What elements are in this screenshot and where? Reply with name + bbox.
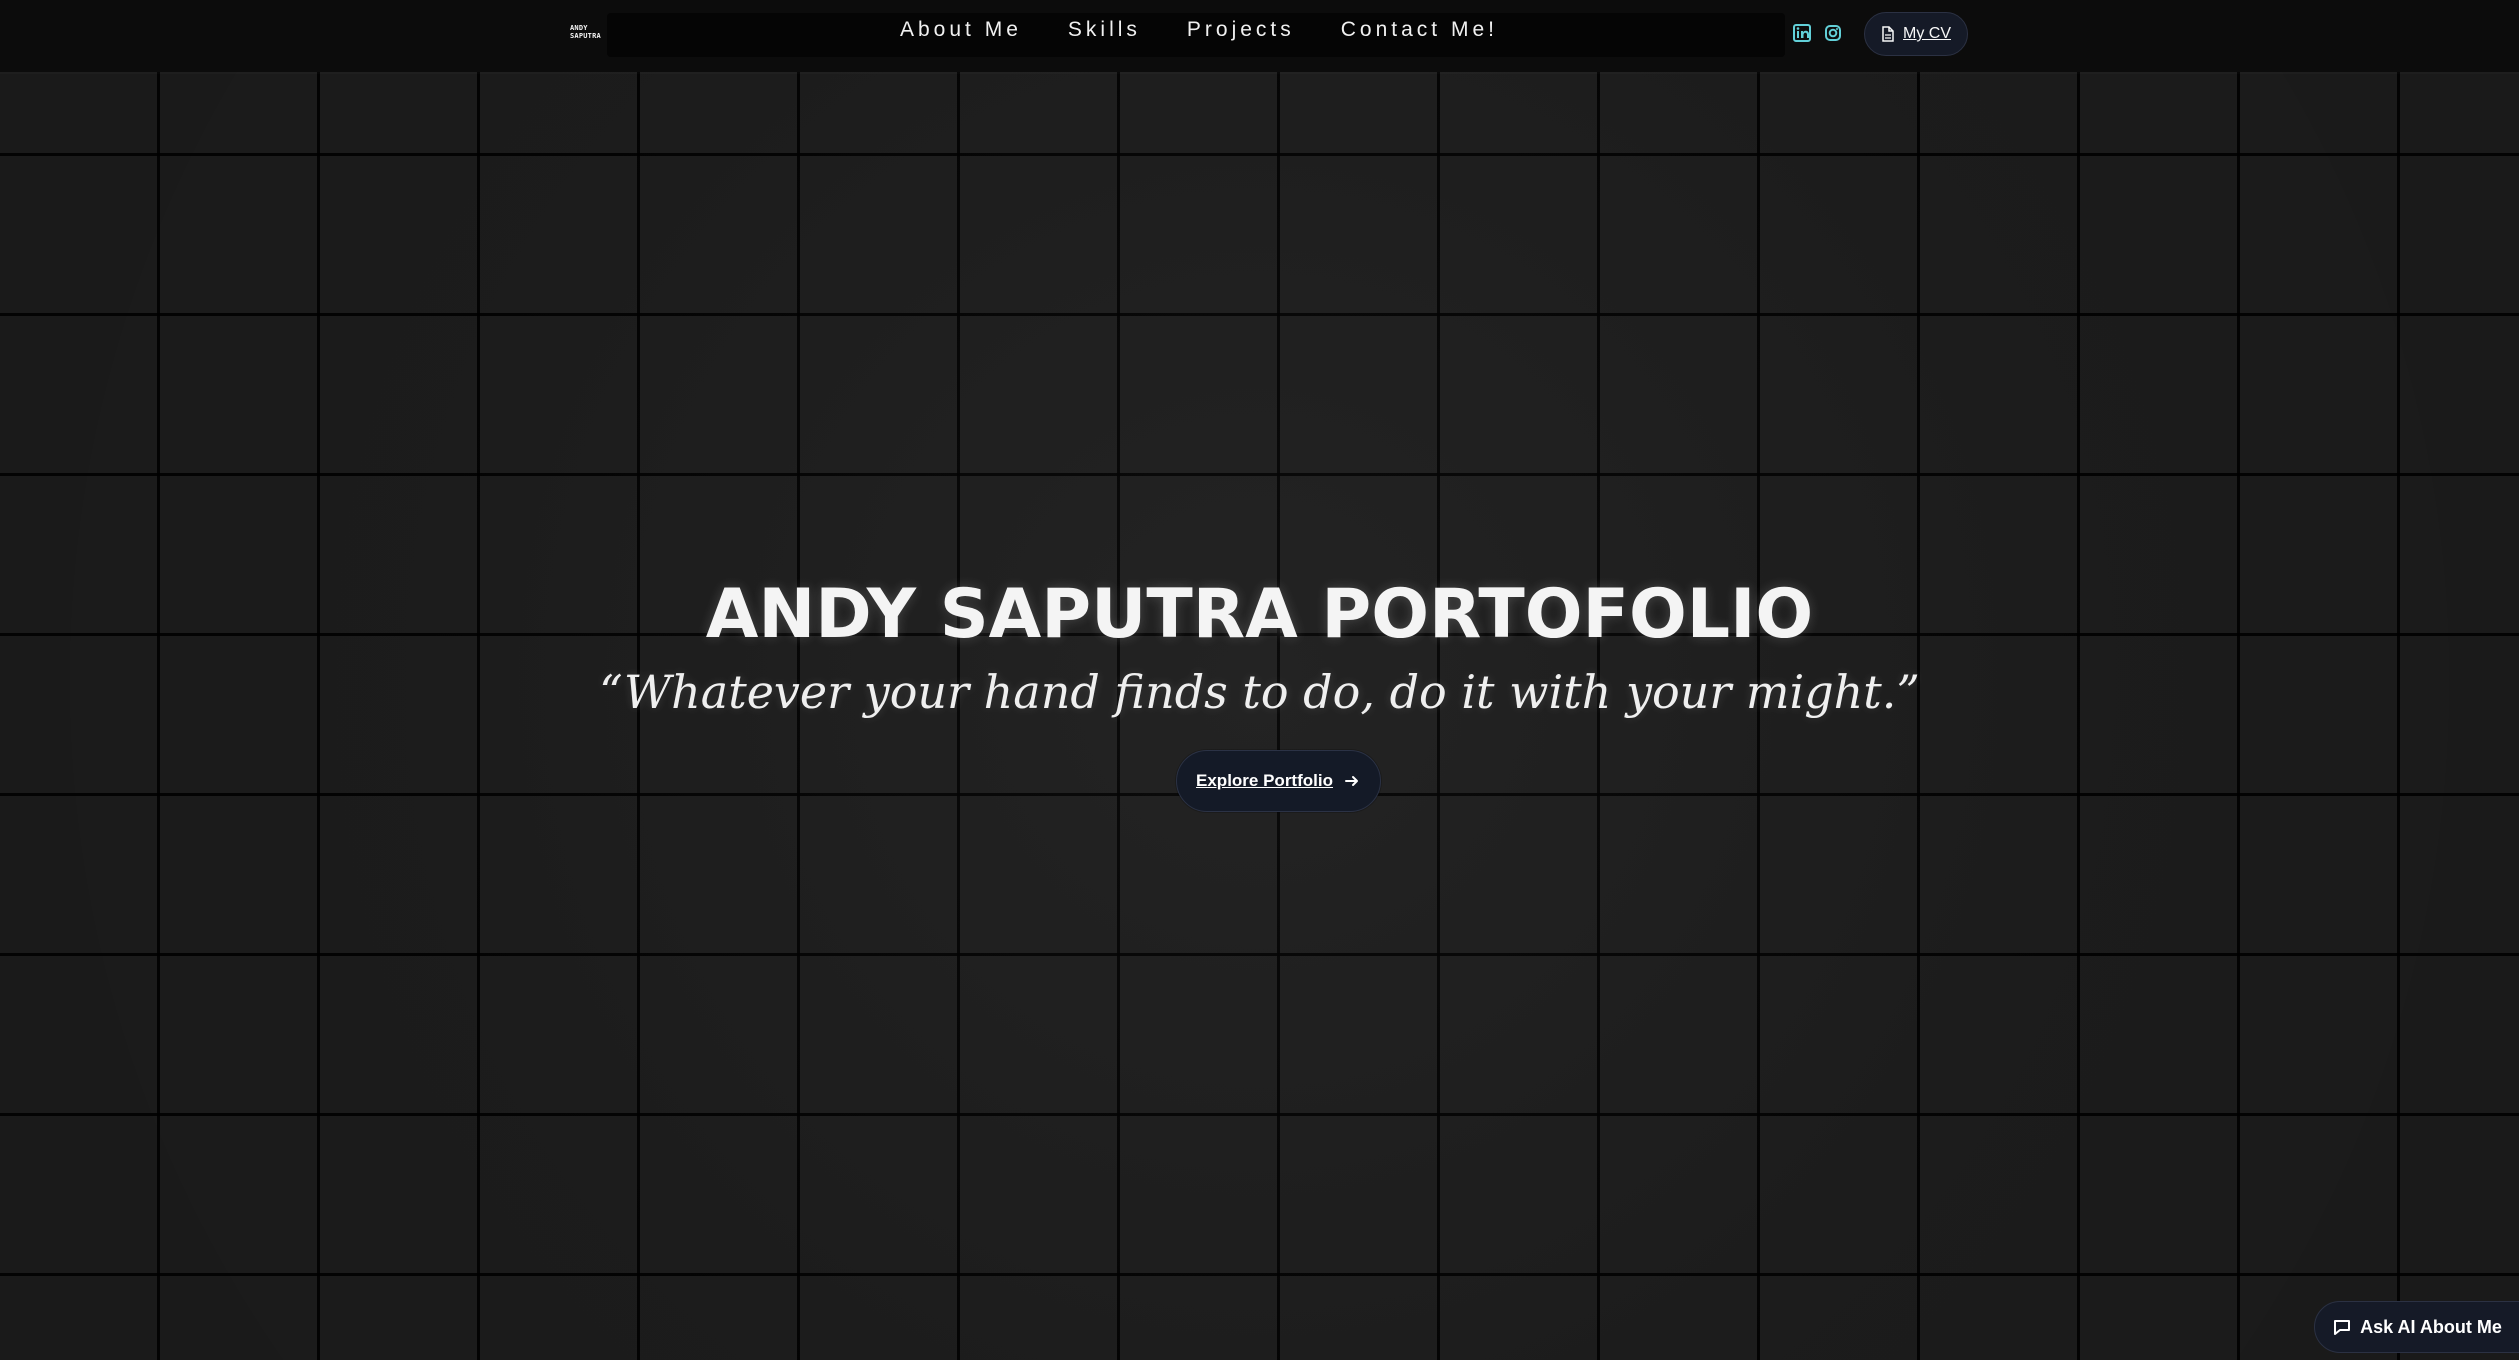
main-navigation: About Me Skills Projects Contact Me!	[900, 18, 1498, 42]
linkedin-icon[interactable]	[1793, 24, 1811, 42]
ask-ai-label: Ask AI About Me	[2360, 1316, 2502, 1337]
document-icon	[1882, 26, 1894, 42]
top-navigation-bar: ANDY SAPUTRA About Me Skills Projects Co…	[0, 0, 2519, 72]
nav-link-skills[interactable]: Skills	[1068, 18, 1141, 42]
nav-link-about-me[interactable]: About Me	[900, 18, 1022, 42]
explore-portfolio-label: Explore Portfolio	[1196, 771, 1333, 790]
arrow-right-icon	[1344, 776, 1358, 786]
hero-quote: “Whatever your hand finds to do, do it w…	[599, 665, 1920, 719]
site-logo[interactable]: ANDY SAPUTRA	[570, 24, 602, 44]
portfolio-page: ANDY SAPUTRA About Me Skills Projects Co…	[0, 0, 2519, 1360]
my-cv-label: My CV	[1903, 25, 1951, 42]
logo-line-2: SAPUTRA	[570, 32, 601, 40]
hero-section: ANDY SAPUTRA PORTOFOLIO “Whatever your h…	[0, 575, 2519, 721]
explore-portfolio-button[interactable]: Explore Portfolio	[1176, 750, 1381, 812]
nav-link-projects[interactable]: Projects	[1187, 18, 1295, 42]
nav-link-contact[interactable]: Contact Me!	[1341, 18, 1498, 42]
logo-line-1: ANDY	[570, 24, 588, 32]
hero-title: ANDY SAPUTRA PORTOFOLIO	[705, 575, 1814, 654]
chat-icon	[2334, 1320, 2351, 1335]
instagram-icon[interactable]	[1824, 24, 1842, 42]
ask-ai-button[interactable]: Ask AI About Me	[2314, 1301, 2519, 1353]
my-cv-button[interactable]: My CV	[1864, 12, 1968, 56]
